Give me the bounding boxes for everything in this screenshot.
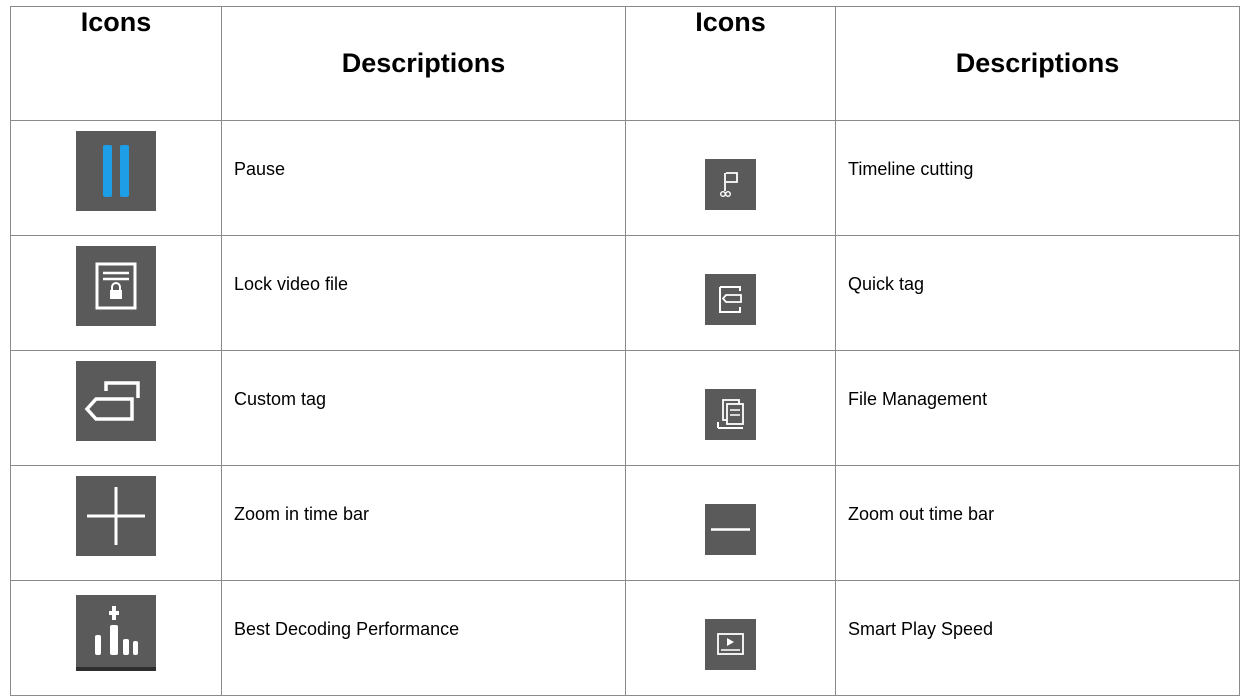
table-row: Best Decoding Performance Smart Play Spe… — [10, 580, 1240, 696]
description-cell: Zoom in time bar — [221, 465, 626, 581]
pause-icon — [76, 131, 156, 211]
icon-cell — [10, 465, 222, 581]
quick-tag-icon — [705, 274, 756, 325]
icon-cell — [10, 120, 222, 236]
description-cell: Timeline cutting — [835, 120, 1240, 236]
best-decoding-performance-icon — [76, 595, 156, 671]
lock-video-file-icon — [76, 246, 156, 326]
zoom-out-icon — [705, 504, 756, 555]
icon-description-table: Icons Descriptions Icons Descriptions Pa… — [10, 6, 1240, 696]
icon-cell — [10, 580, 222, 696]
icon-cell — [10, 235, 222, 351]
icon-cell — [625, 350, 836, 466]
description-cell: Zoom out time bar — [835, 465, 1240, 581]
file-management-icon — [705, 389, 756, 440]
description-cell: Lock video file — [221, 235, 626, 351]
header-descriptions-right: Descriptions — [835, 6, 1240, 121]
table-row: Pause Timeline cutting — [10, 120, 1240, 236]
header-icons-left: Icons — [10, 6, 222, 121]
icon-cell — [625, 465, 836, 581]
header-descriptions-left: Descriptions — [221, 6, 626, 121]
timeline-cutting-icon — [705, 159, 756, 210]
description-cell: File Management — [835, 350, 1240, 466]
description-cell: Smart Play Speed — [835, 580, 1240, 696]
smart-play-speed-icon — [705, 619, 756, 670]
header-icons-right: Icons — [625, 6, 836, 121]
table-row: Custom tag File Management — [10, 350, 1240, 466]
table-row: Lock video file Quick tag — [10, 235, 1240, 351]
custom-tag-icon — [76, 361, 156, 441]
description-cell: Pause — [221, 120, 626, 236]
icon-cell — [625, 120, 836, 236]
table-header-row: Icons Descriptions Icons Descriptions — [10, 6, 1240, 121]
description-cell: Quick tag — [835, 235, 1240, 351]
icon-cell — [625, 235, 836, 351]
icon-cell — [625, 580, 836, 696]
zoom-in-icon — [76, 476, 156, 556]
table-row: Zoom in time bar Zoom out time bar — [10, 465, 1240, 581]
description-cell: Best Decoding Performance — [221, 580, 626, 696]
description-cell: Custom tag — [221, 350, 626, 466]
icon-cell — [10, 350, 222, 466]
